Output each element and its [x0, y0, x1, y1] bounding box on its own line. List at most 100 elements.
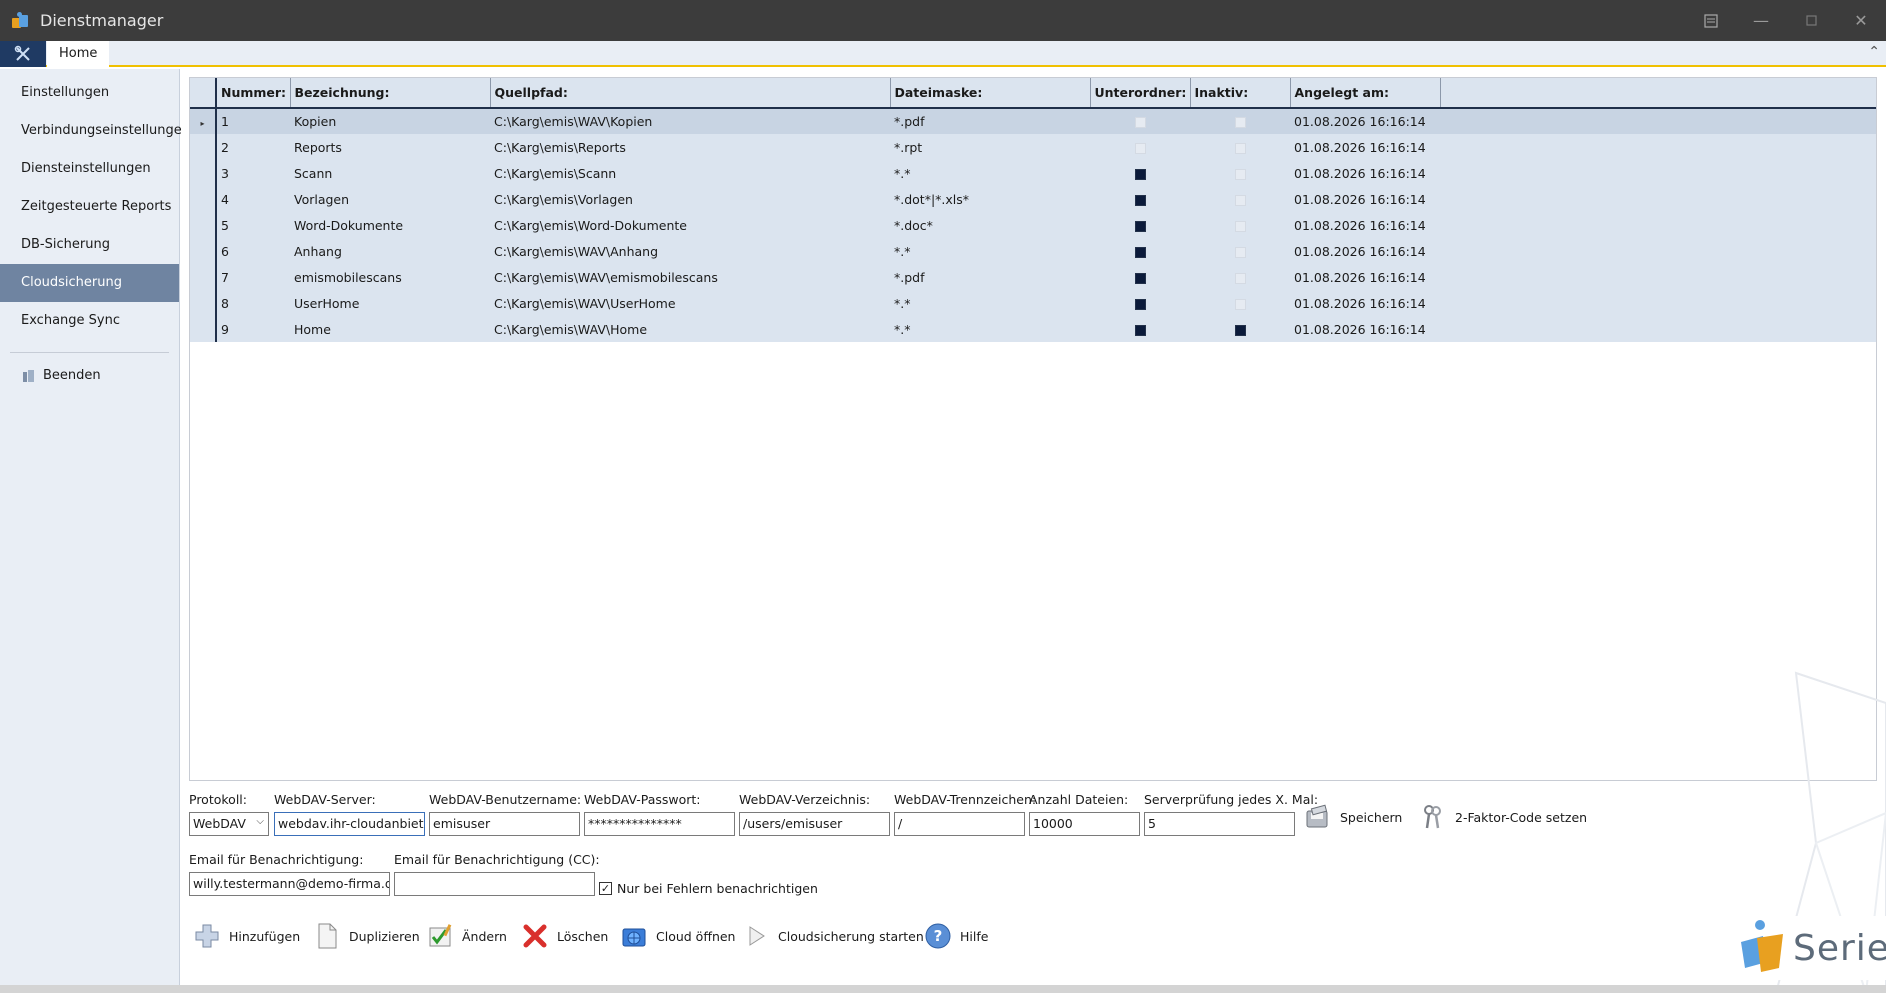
- cell-angelegt-am[interactable]: 01.08.2026 16:16:14: [1290, 238, 1440, 264]
- row-selector[interactable]: [190, 238, 217, 264]
- table-row[interactable]: 6 Anhang C:\Karg\emis\WAV\Anhang *.* 01.08.2…: [190, 238, 1876, 264]
- inactive-checkbox[interactable]: [1234, 220, 1246, 232]
- table-row[interactable]: 7 emismobilescans C:\Karg\emis\WAV\emismob…: [190, 264, 1876, 290]
- cell-bezeichnung[interactable]: Vorlagen: [290, 186, 490, 212]
- cell-unterordner[interactable]: [1090, 238, 1190, 264]
- cell-nummer[interactable]: 4: [216, 186, 290, 212]
- directory-input[interactable]: /users/emisuser: [739, 812, 890, 836]
- cell-unterordner[interactable]: [1090, 264, 1190, 290]
- subfolder-checkbox[interactable]: [1134, 142, 1146, 154]
- cell-angelegt-am[interactable]: 01.08.2026 16:16:14: [1290, 160, 1440, 186]
- column-header-inaktiv[interactable]: Inaktiv:: [1190, 78, 1291, 109]
- table-row[interactable]: 5 Word-Dokumente C:\Karg\emis\Word-Dokumen…: [190, 212, 1876, 238]
- cell-quellpfad[interactable]: C:\Karg\emis\Scann: [490, 160, 890, 186]
- add-button[interactable]: Hinzufügen: [193, 922, 300, 950]
- cell-bezeichnung[interactable]: Kopien: [290, 108, 490, 134]
- column-header-nummer[interactable]: Nummer:: [216, 78, 291, 109]
- column-header-unterordner[interactable]: Unterordner:: [1090, 78, 1191, 109]
- backup-grid[interactable]: Nummer: Bezeichnung: Quellpfad: Dateimas…: [189, 77, 1877, 781]
- row-selector[interactable]: [190, 160, 217, 186]
- column-header-angelegt-am[interactable]: Angelegt am:: [1290, 78, 1441, 109]
- cell-quellpfad[interactable]: C:\Karg\emis\WAV\emismobilescans: [490, 264, 890, 290]
- cell-dateimaske[interactable]: *.*: [890, 160, 1090, 186]
- cell-unterordner[interactable]: [1090, 186, 1190, 212]
- subfolder-checkbox[interactable]: [1134, 117, 1146, 128]
- username-input[interactable]: emisuser: [429, 812, 580, 836]
- cell-nummer[interactable]: 9: [216, 316, 290, 342]
- chevron-up-icon[interactable]: ⌃: [1868, 44, 1880, 60]
- inactive-checkbox[interactable]: [1234, 272, 1246, 284]
- table-row[interactable]: 8 UserHome C:\Karg\emis\WAV\UserHome *.* 01.…: [190, 290, 1876, 316]
- table-row[interactable]: 9 Home C:\Karg\emis\WAV\Home *.* 01.08.2026 …: [190, 316, 1876, 342]
- column-header-quellpfad[interactable]: Quellpfad:: [490, 78, 891, 109]
- save-button[interactable]: Speichern: [1304, 803, 1402, 831]
- table-row[interactable]: ▸ 1 Kopien C:\Karg\emis\WAV\Kopien *.pdf 01.0…: [190, 108, 1876, 134]
- table-row[interactable]: 3 Scann C:\Karg\emis\Scann *.* 01.08.2026 16…: [190, 160, 1876, 186]
- row-selector[interactable]: [190, 316, 217, 342]
- tools-menu-button[interactable]: [0, 41, 46, 67]
- cell-angelegt-am[interactable]: 01.08.2026 16:16:14: [1290, 186, 1440, 212]
- cell-quellpfad[interactable]: C:\Karg\emis\Vorlagen: [490, 186, 890, 212]
- open-cloud-button[interactable]: Cloud öffnen: [620, 922, 735, 950]
- inactive-checkbox[interactable]: [1234, 246, 1246, 258]
- sidebar-item-einstellungen[interactable]: Einstellungen: [0, 74, 179, 112]
- cell-dateimaske[interactable]: *.*: [890, 290, 1090, 316]
- cell-dateimaske[interactable]: *.*: [890, 238, 1090, 264]
- row-selector[interactable]: [190, 212, 217, 238]
- cell-nummer[interactable]: 1: [216, 108, 290, 134]
- options-icon[interactable]: [1686, 0, 1736, 41]
- server-check-input[interactable]: 5: [1144, 812, 1295, 836]
- table-row[interactable]: 2 Reports C:\Karg\emis\Reports *.rpt 01.08.2…: [190, 134, 1876, 160]
- cell-nummer[interactable]: 8: [216, 290, 290, 316]
- cell-nummer[interactable]: 5: [216, 212, 290, 238]
- cell-inaktiv[interactable]: [1190, 264, 1290, 290]
- sidebar-item-zeitgesteuerte-reports[interactable]: Zeitgesteuerte Reports: [0, 188, 179, 226]
- row-selector[interactable]: [190, 134, 217, 160]
- subfolder-checkbox[interactable]: [1134, 246, 1146, 258]
- inactive-checkbox[interactable]: [1234, 194, 1246, 206]
- cell-dateimaske[interactable]: *.rpt: [890, 134, 1090, 160]
- row-selector[interactable]: ▸: [190, 108, 217, 134]
- cell-unterordner[interactable]: [1090, 316, 1190, 342]
- cell-quellpfad[interactable]: C:\Karg\emis\WAV\Home: [490, 316, 890, 342]
- errors-only-checkbox[interactable]: ✓ Nur bei Fehlern benachrichtigen: [599, 881, 818, 896]
- file-count-input[interactable]: 10000: [1029, 812, 1140, 836]
- subfolder-checkbox[interactable]: [1134, 324, 1146, 336]
- cell-dateimaske[interactable]: *.*: [890, 316, 1090, 342]
- sidebar-item-exchange-sync[interactable]: Exchange Sync: [0, 302, 179, 340]
- inactive-checkbox[interactable]: [1234, 117, 1246, 128]
- cell-bezeichnung[interactable]: Anhang: [290, 238, 490, 264]
- cell-bezeichnung[interactable]: Scann: [290, 160, 490, 186]
- cell-angelegt-am[interactable]: 01.08.2026 16:16:14: [1290, 108, 1440, 134]
- cell-nummer[interactable]: 2: [216, 134, 290, 160]
- cell-bezeichnung[interactable]: Home: [290, 316, 490, 342]
- inactive-checkbox[interactable]: [1234, 324, 1246, 336]
- minimize-button[interactable]: —: [1736, 0, 1786, 41]
- cell-nummer[interactable]: 3: [216, 160, 290, 186]
- cell-angelegt-am[interactable]: 01.08.2026 16:16:14: [1290, 134, 1440, 160]
- server-input[interactable]: webdav.ihr-cloudanbieter.d: [274, 812, 425, 836]
- horizontal-scrollbar[interactable]: [0, 985, 1886, 993]
- column-header-dateimaske[interactable]: Dateimaske:: [890, 78, 1091, 109]
- cell-unterordner[interactable]: [1090, 134, 1190, 160]
- cell-quellpfad[interactable]: C:\Karg\emis\Word-Dokumente: [490, 212, 890, 238]
- cell-quellpfad[interactable]: C:\Karg\emis\WAV\UserHome: [490, 290, 890, 316]
- row-selector[interactable]: [190, 186, 217, 212]
- inactive-checkbox[interactable]: [1234, 168, 1246, 180]
- sidebar-item-verbindungseinstellungen[interactable]: Verbindungseinstellungen: [0, 112, 190, 150]
- cell-quellpfad[interactable]: C:\Karg\emis\Reports: [490, 134, 890, 160]
- table-row[interactable]: 4 Vorlagen C:\Karg\emis\Vorlagen *.dot*|*.x…: [190, 186, 1876, 212]
- sidebar-item-diensteinstellungen[interactable]: Diensteinstellungen: [0, 150, 179, 188]
- edit-button[interactable]: Ändern: [426, 922, 507, 950]
- cell-angelegt-am[interactable]: 01.08.2026 16:16:14: [1290, 316, 1440, 342]
- tab-home[interactable]: Home: [47, 41, 110, 67]
- email-cc-input[interactable]: [394, 872, 595, 896]
- cell-inaktiv[interactable]: [1190, 290, 1290, 316]
- cell-nummer[interactable]: 6: [216, 238, 290, 264]
- password-input[interactable]: ***************: [584, 812, 735, 836]
- cell-unterordner[interactable]: [1090, 108, 1190, 134]
- subfolder-checkbox[interactable]: [1134, 168, 1146, 180]
- cell-inaktiv[interactable]: [1190, 160, 1290, 186]
- cell-inaktiv[interactable]: [1190, 186, 1290, 212]
- cell-dateimaske[interactable]: *.pdf: [890, 264, 1090, 290]
